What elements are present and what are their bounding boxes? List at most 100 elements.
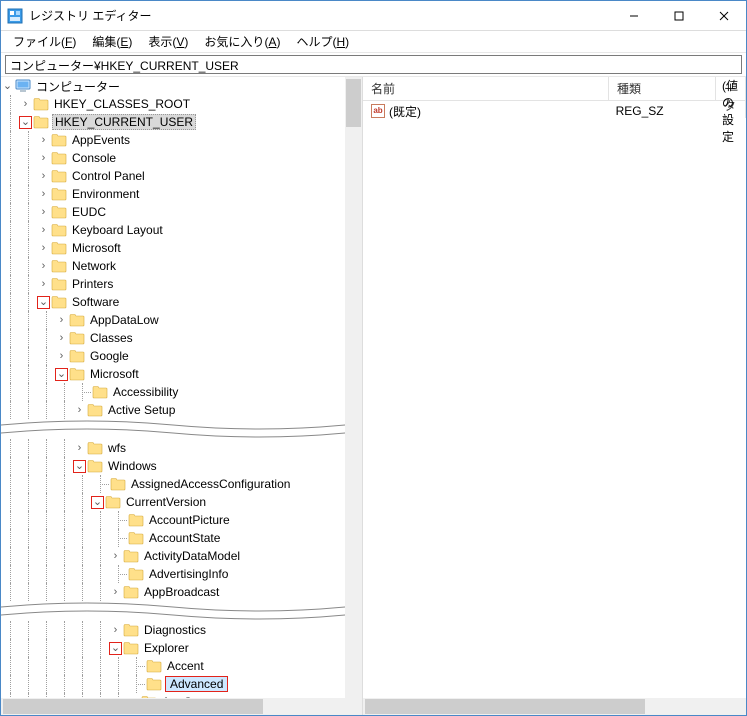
list-row[interactable]: ab (既定) REG_SZ (値の設定 — [363, 101, 746, 121]
computer-icon — [15, 79, 31, 93]
expander-closed-icon[interactable] — [37, 152, 50, 165]
tree-node[interactable]: Microsoft — [1, 239, 345, 257]
folder-icon — [105, 495, 121, 509]
tree-node-label: Printers — [70, 277, 115, 291]
expander-open-icon[interactable] — [73, 460, 86, 473]
folder-icon — [69, 349, 85, 363]
tree-node-label: Active Setup — [106, 403, 177, 417]
tree-node[interactable]: HKEY_CURRENT_USER — [1, 113, 345, 131]
folder-icon — [110, 477, 126, 491]
expander-open-icon[interactable] — [19, 116, 32, 129]
expander-open-icon[interactable] — [109, 642, 122, 655]
close-button[interactable] — [701, 1, 746, 30]
expander-closed-icon[interactable] — [55, 350, 68, 363]
tree-node[interactable]: AppEvents — [1, 131, 345, 149]
list-cell-type: REG_SZ — [608, 104, 714, 118]
tree-view[interactable]: コンピューターHKEY_CLASSES_ROOTHKEY_CURRENT_USE… — [1, 77, 345, 698]
folder-icon — [51, 277, 67, 291]
tree-node-label: AssignedAccessConfiguration — [129, 477, 292, 491]
tree-node-label: Environment — [70, 187, 141, 201]
tree-node-label: AppBroadcast — [142, 585, 221, 599]
tree-node[interactable]: Accent — [1, 657, 345, 675]
scroll-thumb[interactable] — [3, 699, 263, 714]
tree-node[interactable]: AccountPicture — [1, 511, 345, 529]
tree-node[interactable]: Accessibility — [1, 383, 345, 401]
tree-node-label: Classes — [88, 331, 135, 345]
folder-icon — [128, 513, 144, 527]
tree-node[interactable]: Advanced — [1, 675, 345, 693]
maximize-button[interactable] — [656, 1, 701, 30]
tree-node[interactable]: Microsoft — [1, 365, 345, 383]
expander-closed-icon[interactable] — [109, 550, 122, 563]
ellipsis-separator — [1, 601, 345, 621]
tree-node-label: Accent — [165, 659, 206, 673]
tree-node[interactable]: wfs — [1, 439, 345, 457]
tree-node[interactable]: Printers — [1, 275, 345, 293]
expander-closed-icon[interactable] — [37, 224, 50, 237]
tree-node[interactable]: コンピューター — [1, 77, 345, 95]
minimize-button[interactable] — [611, 1, 656, 30]
tree-node[interactable]: CurrentVersion — [1, 493, 345, 511]
tree-node[interactable]: AccountState — [1, 529, 345, 547]
expander-closed-icon[interactable] — [109, 586, 122, 599]
tree-node[interactable]: HKEY_CLASSES_ROOT — [1, 95, 345, 113]
expander-closed-icon[interactable] — [37, 260, 50, 273]
expander-closed-icon[interactable] — [37, 206, 50, 219]
tree-node[interactable]: Keyboard Layout — [1, 221, 345, 239]
tree-node[interactable]: Console — [1, 149, 345, 167]
list-scrollbar-horizontal[interactable] — [363, 698, 746, 715]
tree-node[interactable]: AdvertisingInfo — [1, 565, 345, 583]
expander-open-icon[interactable] — [55, 368, 68, 381]
tree-node-label: Windows — [106, 459, 159, 473]
tree-node[interactable]: Diagnostics — [1, 621, 345, 639]
expander-closed-icon[interactable] — [55, 332, 68, 345]
tree-node[interactable]: AssignedAccessConfiguration — [1, 475, 345, 493]
expander-open-icon[interactable] — [1, 80, 14, 93]
menu-file[interactable]: ファイル(F) — [5, 31, 84, 52]
menu-favorites[interactable]: お気に入り(A) — [196, 31, 288, 52]
address-input[interactable]: コンピューター¥HKEY_CURRENT_USER — [5, 55, 742, 74]
tree-scrollbar-horizontal[interactable] — [1, 698, 345, 715]
tree-node[interactable]: Google — [1, 347, 345, 365]
menu-help[interactable]: ヘルプ(H) — [288, 31, 357, 52]
expander-closed-icon[interactable] — [37, 242, 50, 255]
tree-scrollbar-vertical[interactable] — [345, 77, 362, 698]
tree-node[interactable]: Explorer — [1, 639, 345, 657]
tree-node-label: HKEY_CURRENT_USER — [52, 114, 196, 130]
list-cell-name: ab (既定) — [363, 103, 608, 120]
expander-closed-icon[interactable] — [37, 188, 50, 201]
expander-closed-icon[interactable] — [73, 404, 86, 417]
expander-open-icon[interactable] — [37, 296, 50, 309]
tree-node[interactable]: Environment — [1, 185, 345, 203]
tree-node[interactable]: Network — [1, 257, 345, 275]
menu-edit[interactable]: 編集(E) — [84, 31, 140, 52]
tree-node[interactable]: Active Setup — [1, 401, 345, 419]
tree-node[interactable]: Windows — [1, 457, 345, 475]
expander-closed-icon[interactable] — [37, 170, 50, 183]
tree-node[interactable]: AppBroadcast — [1, 583, 345, 601]
scroll-thumb[interactable] — [365, 699, 645, 714]
list-header: 名前 種類 データ — [363, 77, 746, 101]
col-header-name[interactable]: 名前 — [363, 77, 609, 101]
scroll-thumb[interactable] — [346, 79, 361, 127]
expander-closed-icon[interactable] — [37, 134, 50, 147]
folder-icon — [146, 677, 162, 691]
tree-node[interactable]: Classes — [1, 329, 345, 347]
tree-node-label: EUDC — [70, 205, 108, 219]
folder-icon — [69, 331, 85, 345]
expander-closed-icon[interactable] — [37, 278, 50, 291]
tree-node[interactable]: AppDataLow — [1, 311, 345, 329]
tree-node[interactable]: Control Panel — [1, 167, 345, 185]
tree-node[interactable]: Software — [1, 293, 345, 311]
tree-node-label: Accessibility — [111, 385, 180, 399]
folder-icon — [92, 385, 108, 399]
expander-closed-icon[interactable] — [109, 624, 122, 637]
tree-node[interactable]: ActivityDataModel — [1, 547, 345, 565]
expander-closed-icon[interactable] — [55, 314, 68, 327]
expander-open-icon[interactable] — [91, 496, 104, 509]
expander-closed-icon[interactable] — [19, 98, 32, 111]
expander-closed-icon[interactable] — [73, 442, 86, 455]
menu-view[interactable]: 表示(V) — [140, 31, 196, 52]
col-header-type[interactable]: 種類 — [609, 77, 716, 101]
tree-node[interactable]: EUDC — [1, 203, 345, 221]
